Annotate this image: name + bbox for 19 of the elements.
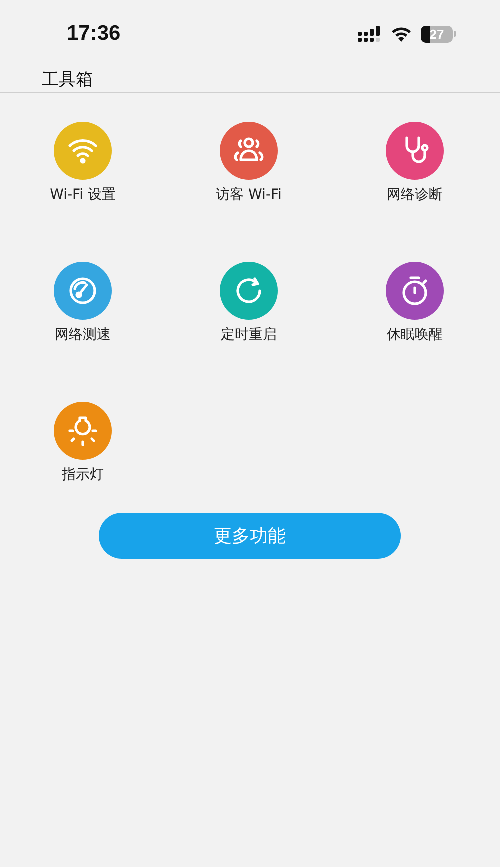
tool-label: Wi-Fi 设置 <box>50 186 116 205</box>
tool-label: 网络诊断 <box>387 186 443 205</box>
page-title: 工具箱 <box>41 69 94 92</box>
tool-label: 定时重启 <box>221 326 277 345</box>
wifi-icon <box>391 26 412 42</box>
tool-item[interactable]: 网络测速 <box>0 262 166 345</box>
battery-icon: 27 <box>421 26 456 42</box>
tool-item[interactable]: 定时重启 <box>166 262 332 345</box>
tool-item[interactable]: Wi-Fi 设置 <box>0 122 166 205</box>
tool-item[interactable]: 指示灯 <box>0 402 166 485</box>
tool-label: 网络测速 <box>55 326 111 345</box>
tool-label: 指示灯 <box>62 466 104 485</box>
tool-label: 休眠唤醒 <box>387 326 443 345</box>
tool-item[interactable]: 休眠唤醒 <box>332 262 498 345</box>
tool-label: 访客 Wi-Fi <box>216 186 282 205</box>
tool-item[interactable]: 访客 Wi-Fi <box>166 122 332 205</box>
clock-time: 17:36 <box>67 22 121 46</box>
signal-icon <box>358 26 382 42</box>
tool-item[interactable]: 网络诊断 <box>332 122 498 205</box>
